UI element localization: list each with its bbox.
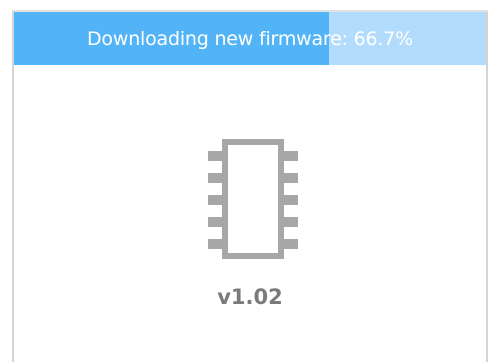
download-progress-bar: Downloading new firmware: 66.7% — [14, 12, 486, 65]
download-status-text: Downloading new firmware: 66.7% — [87, 27, 413, 50]
firmware-update-panel: Downloading new firmware: 66.7% v1.02 — [12, 10, 488, 362]
chip-icon — [208, 139, 298, 259]
firmware-version-label: v1.02 — [217, 285, 283, 309]
